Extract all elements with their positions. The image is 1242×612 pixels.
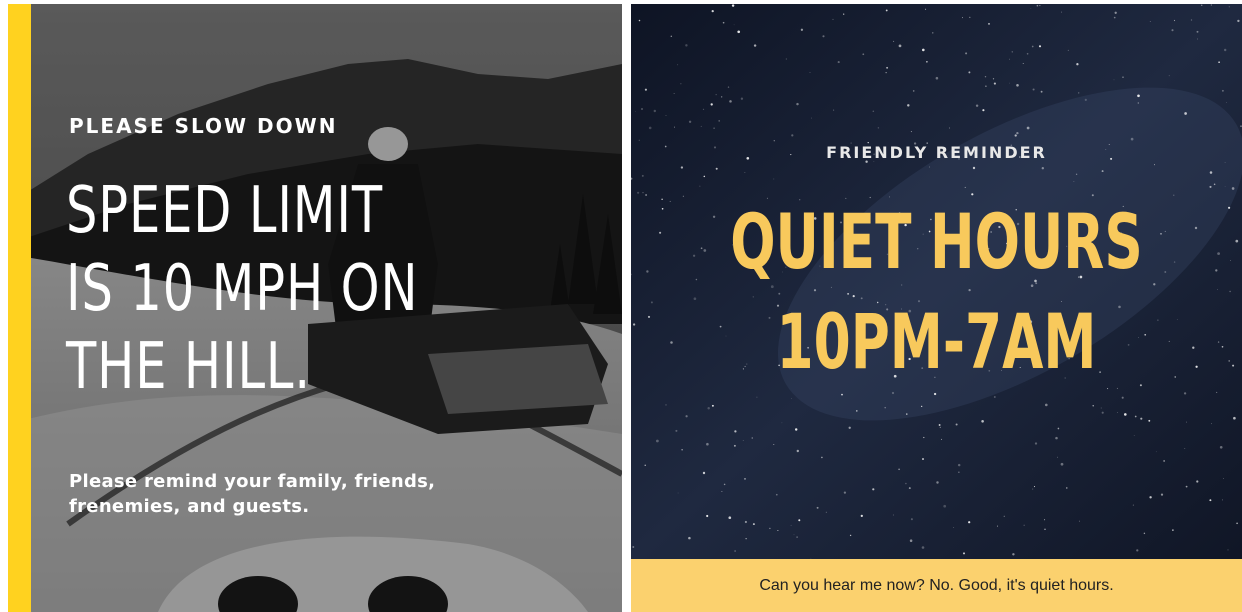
speed-limit-headline: SPEED LIMIT IS 10 MPH ON THE HILL. (66, 172, 530, 406)
subtext-line: frenemies, and guests. (69, 496, 310, 517)
headline-line: SPEED LIMIT (66, 174, 383, 248)
headline-line: IS 10 MPH ON (66, 252, 419, 326)
quiet-hours-headline: QUIET HOURS 10PM-7AM (631, 192, 1242, 392)
footer-band: Can you hear me now? No. Good, it's quie… (631, 559, 1242, 612)
footer-text: Can you hear me now? No. Good, it's quie… (759, 577, 1114, 594)
quiet-hours-card: FRIENDLY REMINDER QUIET HOURS 10PM-7AM C… (631, 4, 1242, 612)
speed-limit-card: PLEASE SLOW DOWN SPEED LIMIT IS 10 MPH O… (8, 4, 622, 612)
kicker-text: PLEASE SLOW DOWN (69, 114, 338, 138)
friendly-reminder-kicker: FRIENDLY REMINDER (826, 143, 1047, 162)
subtext-line: Please remind your family, friends, (69, 471, 436, 492)
yellow-accent-bar (8, 4, 31, 612)
reminder-subtext: Please remind your family, friends, fren… (69, 469, 509, 519)
headline-line: QUIET HOURS (730, 197, 1143, 286)
headline-line: 10PM-7AM (776, 297, 1097, 386)
headline-line: THE HILL. (66, 330, 311, 404)
